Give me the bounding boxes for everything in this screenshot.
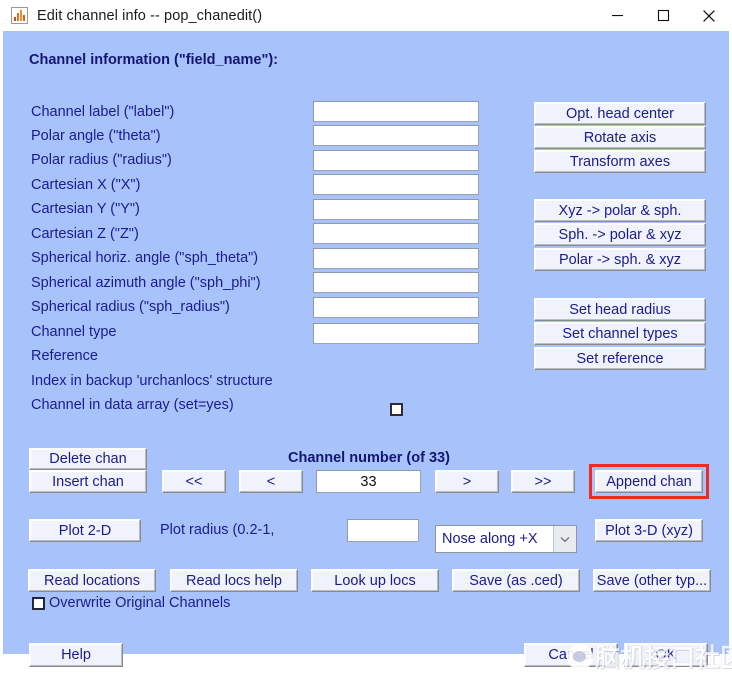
rotate-axis-button[interactable]: Rotate axis	[534, 126, 706, 149]
label-channel-in-data: Channel in data array (set=yes)	[31, 397, 234, 413]
label-sph-theta: Spherical horiz. angle ("sph_theta")	[31, 250, 259, 266]
polar-to-sph-xyz-button[interactable]: Polar -> sph. & xyz	[534, 248, 706, 271]
save-other-types-button[interactable]: Save (other typ...	[593, 569, 711, 592]
ok-button[interactable]: OK	[624, 643, 708, 667]
next-channel-button[interactable]: >	[435, 470, 499, 493]
plot-2d-button[interactable]: Plot 2-D	[29, 519, 141, 542]
xyz-to-polar-sph-button[interactable]: Xyz -> polar & sph.	[534, 199, 706, 222]
maximize-icon	[657, 9, 669, 22]
field-cartesian-y[interactable]	[313, 199, 479, 220]
window-title: Edit channel info -- pop_chanedit()	[37, 7, 263, 24]
minimize-icon	[611, 15, 623, 17]
sph-to-polar-xyz-button[interactable]: Sph. -> polar & xyz	[534, 223, 706, 246]
label-sph-phi: Spherical azimuth angle ("sph_phi")	[31, 275, 261, 291]
read-locations-button[interactable]: Read locations	[28, 569, 156, 592]
label-sph-radius: Spherical radius ("sph_radius")	[31, 299, 230, 315]
plot-radius-input[interactable]	[347, 519, 419, 542]
label-cartesian-z: Cartesian Z ("Z")	[31, 226, 139, 242]
overwrite-original-channels-label: Overwrite Original Channels	[49, 595, 231, 611]
chevron-down-icon[interactable]	[553, 526, 576, 552]
insert-chan-button[interactable]: Insert chan	[29, 470, 147, 493]
field-sph-theta[interactable]	[313, 248, 479, 269]
label-channel-label: Channel label ("label")	[31, 104, 175, 120]
field-sph-radius[interactable]	[313, 297, 479, 318]
last-channel-button[interactable]: >>	[511, 470, 575, 493]
save-as-ced-button[interactable]: Save (as .ced)	[452, 569, 580, 592]
matlab-icon	[11, 7, 28, 24]
field-cartesian-z[interactable]	[313, 223, 479, 244]
field-polar-radius[interactable]	[313, 150, 479, 171]
opt-head-center-button[interactable]: Opt. head center	[534, 102, 706, 125]
field-cartesian-x[interactable]	[313, 174, 479, 195]
field-channel-label[interactable]	[313, 101, 479, 122]
set-head-radius-button[interactable]: Set head radius	[534, 298, 706, 321]
append-chan-button[interactable]: Append chan	[595, 470, 703, 493]
cancel-button[interactable]: Cancel	[524, 643, 618, 667]
label-cartesian-y: Cartesian Y ("Y")	[31, 201, 140, 217]
title-bar: Edit channel info -- pop_chanedit()	[0, 0, 732, 32]
section-heading: Channel information ("field_name"):	[29, 52, 278, 68]
checkbox-channel-in-data[interactable]	[390, 403, 403, 416]
close-icon	[703, 9, 715, 22]
field-polar-angle[interactable]	[313, 125, 479, 146]
plot-radius-label: Plot radius (0.2-1,	[160, 522, 275, 538]
maximize-button[interactable]	[640, 0, 686, 31]
set-channel-types-button[interactable]: Set channel types	[534, 322, 706, 345]
minimize-button[interactable]	[594, 0, 640, 31]
label-urchanlocs-index: Index in backup 'urchanlocs' structure	[31, 373, 273, 389]
delete-chan-button[interactable]: Delete chan	[29, 448, 147, 470]
label-channel-type: Channel type	[31, 324, 117, 340]
prev-channel-button[interactable]: <	[239, 470, 303, 493]
first-channel-button[interactable]: <<	[162, 470, 226, 493]
look-up-locs-button[interactable]: Look up locs	[311, 569, 439, 592]
set-reference-button[interactable]: Set reference	[534, 347, 706, 370]
dialog-body: Channel information ("field_name"): Chan…	[0, 31, 732, 672]
nose-direction-value: Nose along +X	[442, 531, 538, 547]
application-window: Edit channel info -- pop_chanedit() Chan…	[0, 0, 732, 672]
nose-direction-select[interactable]: Nose along +X	[435, 525, 577, 553]
close-button[interactable]	[686, 0, 732, 31]
transform-axes-button[interactable]: Transform axes	[534, 150, 706, 173]
label-cartesian-x: Cartesian X ("X")	[31, 177, 141, 193]
label-reference: Reference	[31, 348, 98, 364]
field-sph-phi[interactable]	[313, 272, 479, 293]
plot-3d-button[interactable]: Plot 3-D (xyz)	[595, 519, 703, 542]
field-channel-type[interactable]	[313, 323, 479, 344]
channel-number-input[interactable]: 33	[316, 470, 421, 493]
checkbox-overwrite-original-channels[interactable]	[32, 597, 45, 610]
label-polar-angle: Polar angle ("theta")	[31, 128, 161, 144]
help-button[interactable]: Help	[29, 643, 123, 667]
label-polar-radius: Polar radius ("radius")	[31, 152, 172, 168]
channel-number-heading: Channel number (of 33)	[288, 450, 450, 466]
read-locs-help-button[interactable]: Read locs help	[170, 569, 298, 592]
